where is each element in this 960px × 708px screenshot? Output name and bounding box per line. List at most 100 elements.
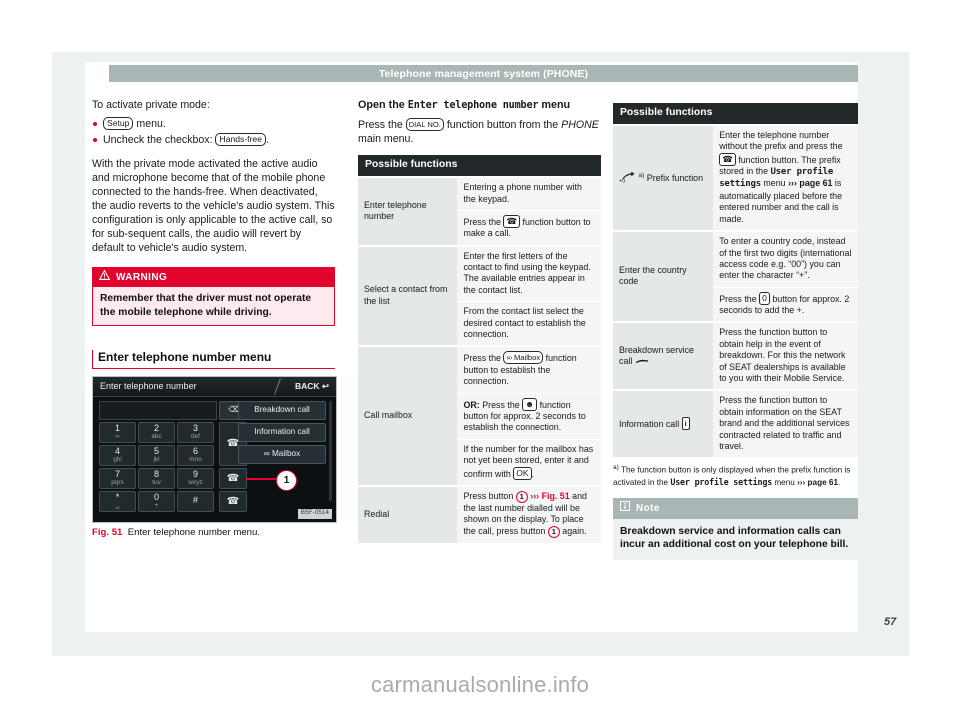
screen-title: Enter telephone number	[100, 380, 197, 391]
figure-caption: Fig. 51 Enter telephone number menu.	[92, 527, 335, 540]
table-row: Breakdown service call Press the functio…	[613, 321, 858, 391]
row-desc: Enter the telephone number without the p…	[713, 123, 858, 232]
note-bar: Note	[613, 498, 858, 519]
info-circle-icon: i	[681, 417, 690, 431]
ok-key[interactable]: OK	[513, 466, 532, 480]
call-icon[interactable]: ☎	[719, 152, 736, 166]
key-hash[interactable]: #	[177, 490, 214, 512]
footnote: a) The function button is only displayed…	[613, 464, 858, 488]
row-desc: Press the function button to obtain info…	[713, 389, 858, 458]
key-7[interactable]: 7 pqrs	[99, 467, 136, 489]
key-star[interactable]: * ␣	[99, 490, 136, 512]
list-item-suffix: menu.	[133, 118, 166, 131]
row-label-prefix-function: +0 a) Prefix function	[613, 123, 714, 232]
list-item: Uncheck the checkbox: Hands-free.	[92, 133, 335, 147]
dial-no-key[interactable]: DIAL NO.	[405, 118, 444, 132]
hands-free-key[interactable]: Hands-free	[215, 133, 266, 147]
phone-menu-name: PHONE	[561, 119, 599, 132]
call-icon[interactable]: ☎	[503, 214, 521, 228]
scrollbar[interactable]	[329, 400, 332, 501]
table-row: Enter telephone number Entering a phone …	[358, 176, 601, 246]
note-text: Breakdown service and information calls …	[613, 518, 858, 560]
instruction-end: main menu.	[358, 133, 414, 146]
row-desc: From the contact list select the desired…	[457, 301, 601, 347]
row-desc: If the number for the mailbox has not ye…	[457, 438, 601, 486]
number-input-field[interactable]	[99, 400, 217, 420]
open-menu-instruction: Press the DIAL NO. function button from …	[358, 118, 601, 146]
call-green-icon[interactable]: ☎	[219, 467, 247, 489]
keypad[interactable]: 1 ∞ 2 abc 3 def 4 ghi 5 jkl 6 mno 7 pqrs 8 tuv 9…	[99, 421, 214, 512]
figure-51: Enter telephone number BACK ↩ ⌫ 1 ∞ 2 abc …	[92, 375, 337, 540]
list-item: Setup menu.	[92, 117, 335, 131]
key-0[interactable]: 0 +	[138, 490, 175, 512]
possible-functions-table-middle: Possible functions Enter telephone numbe…	[358, 155, 601, 543]
callout-marker-1: 1	[276, 469, 297, 491]
row-desc: Enter the first letters of the contact t…	[457, 244, 601, 302]
back-button[interactable]: BACK ↩	[295, 381, 329, 392]
figure-reference[interactable]: ››› Fig. 51	[530, 491, 569, 501]
key-6[interactable]: 6 mno	[177, 444, 214, 466]
row-desc: Press the 0 button for approx. 2 seconds…	[713, 286, 858, 323]
subhead-post: menu	[538, 99, 571, 111]
desc-pre: Enter the telephone number without the p…	[719, 129, 843, 152]
page-reference[interactable]: ››› page 61	[797, 478, 838, 487]
table-row: Enter the country code To enter a countr…	[613, 230, 858, 323]
menu-item-breakdown-call[interactable]: Breakdown call	[238, 400, 326, 420]
prefix-call-icon[interactable]: ☎	[219, 490, 247, 512]
table-caption: Possible functions	[613, 103, 858, 124]
list-item-prefix: Uncheck the checkbox:	[103, 134, 216, 147]
warning-bar: WARNING	[92, 267, 335, 288]
row-label-call-mailbox: Call mailbox	[358, 345, 458, 486]
warning-box: WARNING Remember that the driver must no…	[92, 267, 335, 327]
user-profile-settings-name: User profile settings	[670, 476, 773, 487]
callout-leader-line	[246, 477, 276, 480]
warning-title: WARNING	[116, 271, 168, 283]
row-label-breakdown-service: Breakdown service call	[613, 321, 714, 391]
key-3[interactable]: 3 def	[177, 421, 214, 443]
possible-functions-table-right: Possible functions +0 a) Prefix function…	[613, 103, 858, 458]
menu-item-information-call[interactable]: Information call	[238, 422, 326, 442]
desc-pre: Press button	[463, 490, 516, 501]
zero-key[interactable]: 0	[759, 291, 770, 305]
image-code: B5F-0514	[298, 509, 332, 519]
menu-item-mailbox[interactable]: ∞ Mailbox	[238, 444, 326, 464]
row-label-information-call: Information call i	[613, 389, 714, 458]
key-8[interactable]: 8 tuv	[138, 467, 175, 489]
key-4[interactable]: 4 ghi	[99, 444, 136, 466]
running-header: Telephone management system (PHONE)	[109, 65, 858, 82]
row-desc: To enter a country code, instead of the …	[713, 230, 858, 288]
page-number: 57	[884, 616, 897, 628]
column-middle: Open the Enter telephone number menu Pre…	[358, 98, 601, 543]
infotainment-screenshot: Enter telephone number BACK ↩ ⌫ 1 ∞ 2 abc …	[92, 375, 337, 523]
open-menu-subhead: Open the Enter telephone number menu	[358, 98, 601, 112]
key-9[interactable]: 9 wxyz	[177, 467, 214, 489]
table-row: +0 a) Prefix function Enter the telephon…	[613, 123, 858, 232]
instruction-pre: Press the	[358, 119, 406, 132]
row-desc: Press button 1 ››› Fig. 51 and the last …	[457, 484, 601, 543]
setup-key[interactable]: Setup	[103, 117, 134, 131]
desc-pre: Press the	[463, 353, 504, 364]
info-note-icon	[620, 501, 630, 515]
mailbox-button-icon[interactable]: ☻	[522, 397, 538, 411]
row-desc: Entering a phone number with the keypad.	[457, 176, 601, 211]
key-5[interactable]: 5 jkl	[138, 444, 175, 466]
key-1[interactable]: 1 ∞	[99, 421, 136, 443]
callout-ref-1: 1	[515, 490, 528, 503]
list-item-suffix: .	[266, 134, 269, 147]
watermark: carmanualsonline.info	[370, 672, 590, 697]
desc-pre: Press the	[479, 399, 523, 410]
screen-menu-list[interactable]: Breakdown call Information call ∞ Mailbo…	[238, 400, 326, 467]
mailbox-key[interactable]: ∞ Mailbox	[503, 351, 544, 365]
private-mode-paragraph: With the private mode activated the acti…	[92, 157, 335, 255]
row-label-country-code: Enter the country code	[613, 230, 714, 323]
row-desc: Press the ☎ function button to make a ca…	[457, 209, 601, 246]
key-2[interactable]: 2 abc	[138, 421, 175, 443]
desc-pre: Press the	[719, 293, 760, 304]
warning-text: Remember that the driver must not operat…	[92, 287, 335, 327]
page-reference[interactable]: ››› page 61	[788, 178, 832, 188]
instruction-post: function button from the	[443, 119, 562, 132]
row-label-text: Breakdown service call	[619, 344, 694, 366]
table-row: Select a contact from the list Enter the…	[358, 244, 601, 347]
desc-or-label: OR:	[463, 399, 480, 410]
section-heading: Enter telephone number menu	[92, 350, 335, 369]
